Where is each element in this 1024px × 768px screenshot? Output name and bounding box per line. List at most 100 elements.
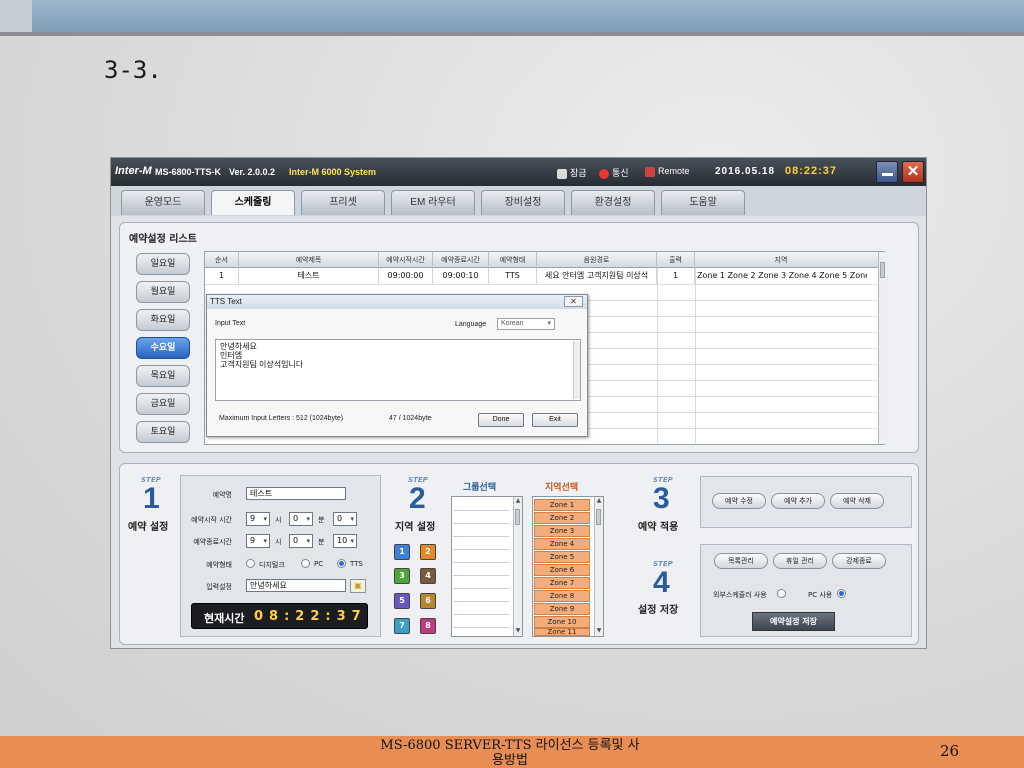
zone-list[interactable]: Zone 1 Zone 2 Zone 3 Zone 4 Zone 5 Zone …	[532, 496, 604, 637]
day-friday-button[interactable]: 금요일	[136, 393, 190, 415]
step3-number: 3	[653, 482, 670, 515]
type-radio-digital[interactable]	[246, 559, 255, 568]
group-8-button[interactable]: 8	[420, 618, 436, 634]
zone-item[interactable]: Zone 9	[534, 603, 590, 615]
save-schedule-button[interactable]: 예약설정 저장	[752, 612, 835, 631]
input-setting-field[interactable]: 안녕하세요	[246, 579, 346, 592]
col-start: 예약시작시간	[379, 252, 433, 268]
list-item[interactable]	[453, 499, 509, 511]
end-second-select[interactable]: 10	[333, 534, 357, 548]
app-window: Inter-M MS-6800-TTS-K Ver. 2.0.0.2 Inter…	[110, 157, 927, 649]
tab-device-settings[interactable]: 장비설정	[481, 190, 565, 215]
scroll-thumb[interactable]	[880, 262, 885, 278]
list-item[interactable]	[453, 577, 509, 589]
list-item[interactable]	[453, 525, 509, 537]
group-3-button[interactable]: 3	[394, 568, 410, 584]
day-wednesday-button[interactable]: 수요일	[136, 337, 190, 359]
group-6-button[interactable]: 6	[420, 593, 436, 609]
folder-icon[interactable]: ▣	[350, 579, 366, 593]
type-radio-tts[interactable]	[337, 559, 346, 568]
step4-number: 4	[653, 566, 670, 599]
holiday-manage-button[interactable]: 휴일 관리	[773, 553, 827, 569]
scroll-up-icon[interactable]: ▲	[595, 497, 603, 505]
day-monday-button[interactable]: 월요일	[136, 281, 190, 303]
zone-scrollbar[interactable]: ▲ ▼	[594, 497, 603, 636]
tab-help[interactable]: 도움말	[661, 190, 745, 215]
group-4-button[interactable]: 4	[420, 568, 436, 584]
zone-item[interactable]: Zone 3	[534, 525, 590, 537]
force-stop-button[interactable]: 강제종료	[832, 553, 886, 569]
text-line: 안녕하세요	[220, 342, 257, 351]
zone-item[interactable]: Zone 1	[534, 499, 590, 511]
zone-item[interactable]: Zone 6	[534, 564, 590, 576]
add-schedule-button[interactable]: 예약 추가	[771, 493, 825, 509]
group-1-button[interactable]: 1	[394, 544, 410, 560]
list-item[interactable]	[453, 538, 509, 550]
done-button[interactable]: Done	[478, 413, 524, 427]
table-scrollbar[interactable]	[878, 252, 886, 444]
cell-end: 09:00:10	[433, 268, 489, 284]
group-5-button[interactable]: 5	[394, 593, 410, 609]
list-item[interactable]	[453, 616, 509, 628]
day-tuesday-button[interactable]: 화요일	[136, 309, 190, 331]
dialog-close-button[interactable]: ✕	[564, 296, 583, 307]
cell-zone: Zone 1 Zone 2 Zone 3 Zone 4 Zone 5 Zone …	[697, 271, 867, 280]
title-field[interactable]: 테스트	[246, 487, 346, 500]
cell-type: TTS	[489, 268, 537, 284]
exit-button[interactable]: Exit	[532, 413, 578, 427]
end-minute-select[interactable]: 0	[289, 534, 313, 548]
tts-text-area[interactable]: 안녕하세요 인터엠 고객지원팀 이상석입니다	[215, 339, 581, 401]
zone-item[interactable]: Zone 7	[534, 577, 590, 589]
pc-use-radio[interactable]	[837, 589, 846, 598]
scroll-up-icon[interactable]: ▲	[514, 497, 522, 505]
start-hour-select[interactable]: 9	[246, 512, 270, 526]
group-scrollbar[interactable]: ▲ ▼	[513, 497, 522, 636]
tab-preset[interactable]: 프리셋	[301, 190, 385, 215]
zone-item[interactable]: Zone 11	[534, 628, 590, 636]
scroll-thumb[interactable]	[596, 509, 601, 525]
text-scrollbar[interactable]	[573, 341, 580, 399]
zone-item[interactable]: Zone 4	[534, 538, 590, 550]
minimize-button[interactable]	[876, 161, 898, 183]
group-2-button[interactable]: 2	[420, 544, 436, 560]
day-saturday-button[interactable]: 토요일	[136, 421, 190, 443]
tab-operation[interactable]: 운영모드	[121, 190, 205, 215]
day-sunday-button[interactable]: 일요일	[136, 253, 190, 275]
group-7-button[interactable]: 7	[394, 618, 410, 634]
scroll-down-icon[interactable]: ▼	[514, 627, 522, 635]
language-label: Language	[455, 321, 487, 328]
list-manage-button[interactable]: 목록관리	[714, 553, 768, 569]
close-button[interactable]: ✕	[902, 161, 924, 183]
zone-item[interactable]: Zone 8	[534, 590, 590, 602]
remote-button[interactable]: Remote	[645, 166, 690, 177]
zone-item[interactable]: Zone 5	[534, 551, 590, 563]
dialog-title: TTS Text	[207, 295, 587, 309]
end-hour-select[interactable]: 9	[246, 534, 270, 548]
day-thursday-button[interactable]: 목요일	[136, 365, 190, 387]
scroll-down-icon[interactable]: ▼	[595, 627, 603, 635]
tab-scheduling[interactable]: 스케줄링	[211, 190, 295, 215]
zone-item[interactable]: Zone 2	[534, 512, 590, 524]
comm-label: 통신	[612, 168, 629, 178]
zone-item[interactable]: Zone 10	[534, 616, 590, 628]
list-item[interactable]	[453, 564, 509, 576]
delete-schedule-button[interactable]: 예약 삭제	[830, 493, 884, 509]
lock-button[interactable]: 잠금	[557, 166, 587, 179]
list-item[interactable]	[453, 590, 509, 602]
tab-em-router[interactable]: EM 라우터	[391, 190, 475, 215]
start-second-select[interactable]: 0	[333, 512, 357, 526]
app-logo: Inter-M	[115, 165, 152, 177]
list-item[interactable]	[453, 512, 509, 524]
list-item[interactable]	[453, 603, 509, 615]
start-minute-select[interactable]: 0	[289, 512, 313, 526]
list-item[interactable]	[453, 551, 509, 563]
scroll-thumb[interactable]	[515, 509, 520, 525]
table-header: 순서 예약제목 예약시작시간 예약종료시간 예약형태 음원경로 출력 지역	[205, 252, 884, 268]
language-select[interactable]: Korean	[497, 318, 555, 330]
type-radio-pc[interactable]	[301, 559, 310, 568]
tab-environment[interactable]: 환경설정	[571, 190, 655, 215]
max-letters-label: Maximum Input Letters : 512 (1024byte)	[219, 415, 344, 422]
edit-schedule-button[interactable]: 예약 수정	[712, 493, 766, 509]
group-list[interactable]: ▲ ▼	[451, 496, 523, 637]
external-scheduler-radio[interactable]	[777, 589, 786, 598]
